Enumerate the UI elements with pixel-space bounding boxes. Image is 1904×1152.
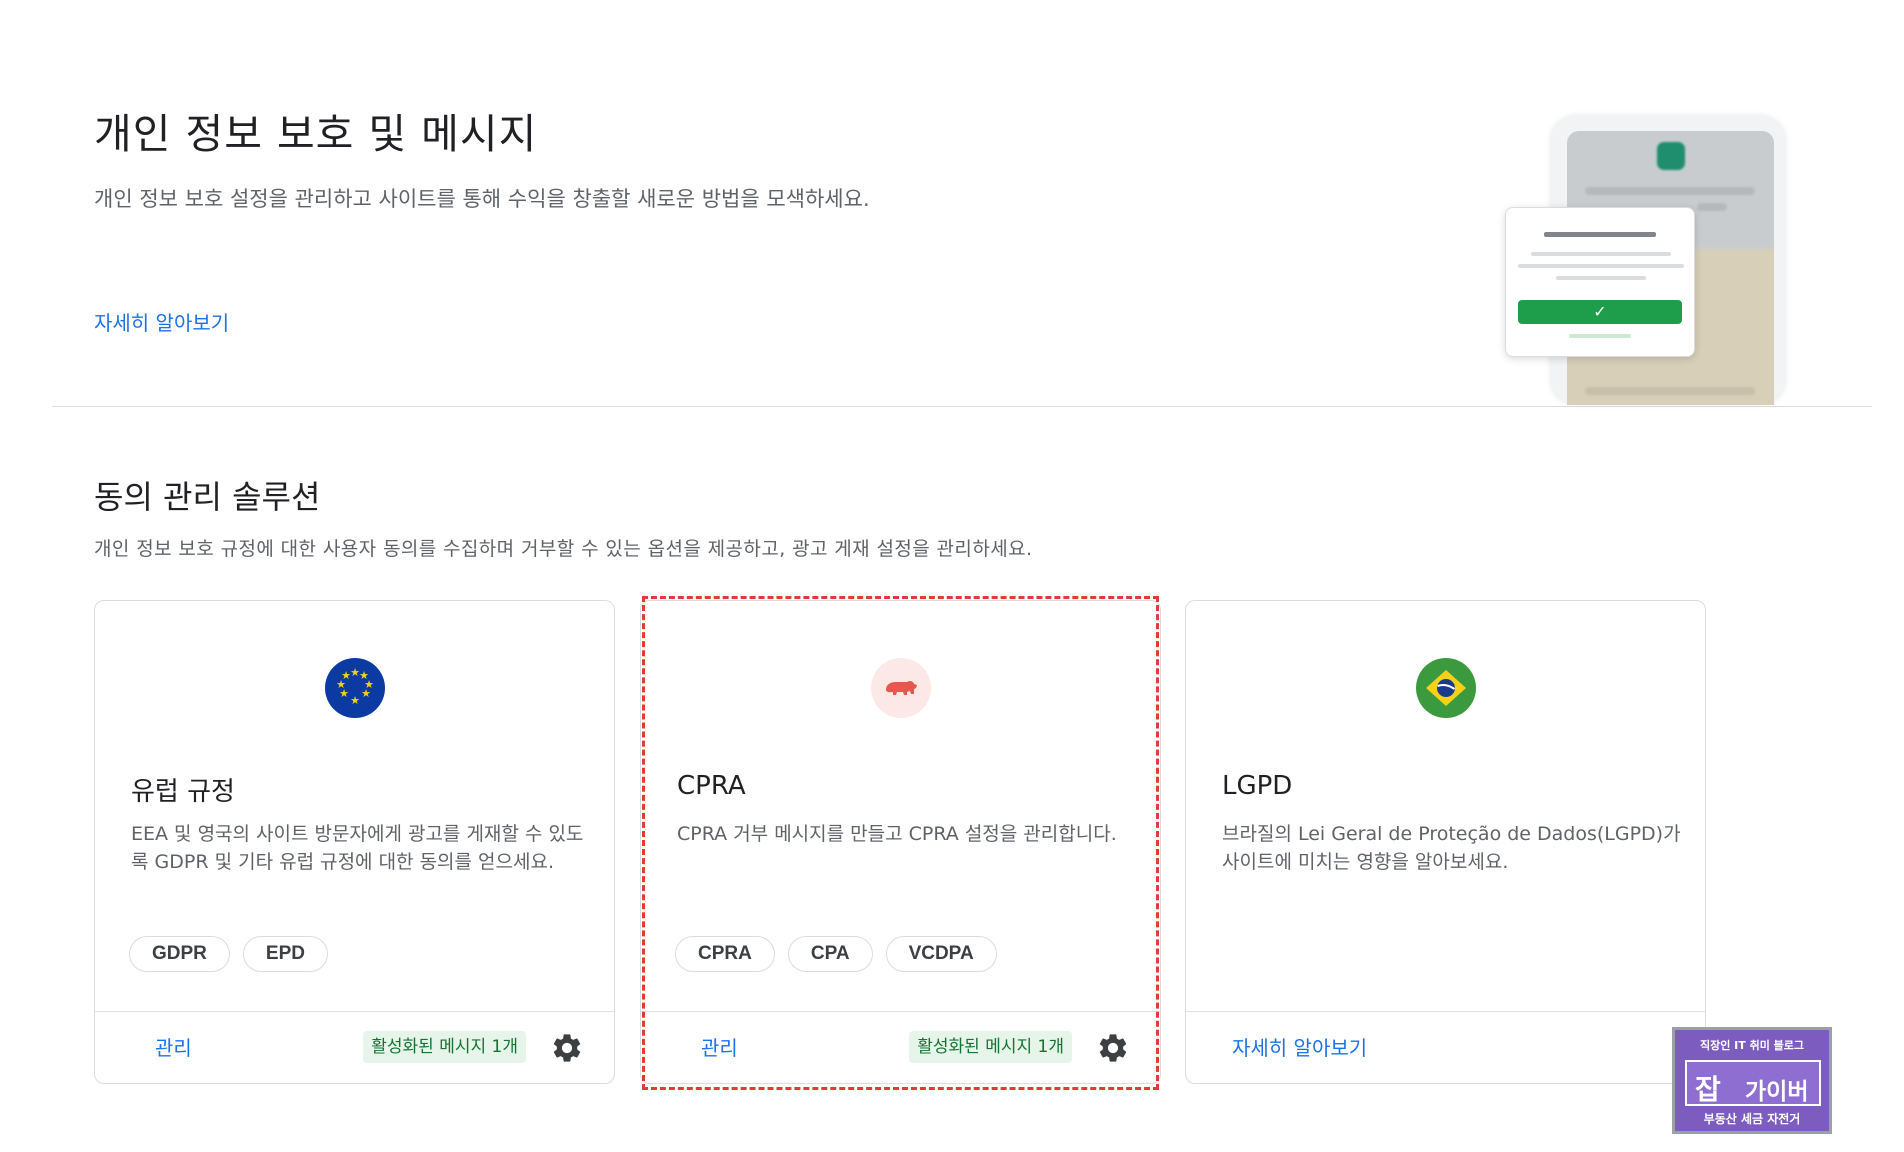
learn-more-link[interactable]: 자세히 알아보기 xyxy=(1232,1032,1367,1061)
card-title: LGPD xyxy=(1222,771,1293,801)
card-title: 유럽 규정 xyxy=(131,777,235,807)
blurred-line xyxy=(1585,387,1755,395)
blog-watermark: 직장인 IT 취미 블로그 잡 가이버 부동산 세금 자전거 xyxy=(1672,1027,1832,1134)
dialog-heading-line xyxy=(1544,232,1656,237)
svg-text:★: ★ xyxy=(341,669,351,682)
chip-cpa[interactable]: CPA xyxy=(787,936,873,972)
card-title: CPRA xyxy=(677,771,746,801)
consent-dialog-illustration: ✓ xyxy=(1505,207,1695,357)
watermark-top-text: 직장인 IT 취미 블로그 xyxy=(1699,1039,1805,1052)
gear-icon[interactable] xyxy=(1096,1031,1130,1065)
blurred-line xyxy=(1697,203,1727,211)
app-icon xyxy=(1657,142,1685,170)
card-footer: 관리 활성화된 메시지 1개 xyxy=(641,1011,1160,1083)
dialog-text-line xyxy=(1556,276,1646,280)
card-description: 브라질의 Lei Geral de Proteção de Dados(LGPD… xyxy=(1222,823,1681,873)
status-badge: 활성화된 메시지 1개 xyxy=(909,1031,1072,1063)
card-footer: 자세히 알아보기 xyxy=(1186,1011,1705,1083)
watermark-mark: 잡 xyxy=(1695,1073,1721,1106)
consent-section-description: 개인 정보 보호 규정에 대한 사용자 동의를 수집하며 거부할 수 있는 옵션… xyxy=(94,538,1033,560)
dialog-text-line xyxy=(1531,252,1671,256)
chip-cpra[interactable]: CPRA xyxy=(675,936,775,972)
card-european-regulations: ★ ★ ★ ★ ★ ★ ★ ★ 유럽 규정 EEA 및 영국의 사이트 방문자에게 광고를… xyxy=(94,600,615,1084)
gear-icon[interactable] xyxy=(550,1031,584,1065)
watermark-bottom-text: 부동산 세금 자전거 xyxy=(1703,1112,1801,1126)
brazil-flag-icon xyxy=(1416,658,1476,718)
watermark-name: 가이버 xyxy=(1745,1079,1809,1105)
learn-more-link[interactable]: 자세히 알아보기 xyxy=(94,307,229,336)
privacy-illustration: ✓ xyxy=(1505,115,1786,405)
chip-epd[interactable]: EPD xyxy=(242,936,328,972)
manage-link[interactable]: 관리 xyxy=(155,1032,192,1061)
svg-text:★: ★ xyxy=(361,687,371,700)
card-description: EEA 및 영국의 사이트 방문자에게 광고를 게재할 수 있도록 GDPR 및… xyxy=(131,823,584,873)
section-divider xyxy=(52,406,1872,407)
card-footer: 관리 활성화된 메시지 1개 xyxy=(95,1011,614,1083)
eu-flag-icon: ★ ★ ★ ★ ★ ★ ★ ★ xyxy=(325,658,385,718)
regulation-chips: CPRA CPA VCDPA xyxy=(675,936,997,972)
dialog-text-line xyxy=(1518,264,1684,268)
page-description: 개인 정보 보호 설정을 관리하고 사이트를 통해 수익을 창출할 새로운 방법… xyxy=(94,187,870,211)
dialog-text-line xyxy=(1569,334,1631,338)
watermark-logo-box: 잡 가이버 xyxy=(1685,1060,1821,1106)
hero-section: 개인 정보 보호 및 메시지 개인 정보 보호 설정을 관리하고 사이트를 통해… xyxy=(94,100,994,335)
manage-link[interactable]: 관리 xyxy=(701,1032,738,1061)
consent-section-title: 동의 관리 솔루션 xyxy=(94,478,321,516)
chip-vcdpa[interactable]: VCDPA xyxy=(885,936,997,972)
card-lgpd: LGPD 브라질의 Lei Geral de Proteção de Dados… xyxy=(1185,600,1706,1084)
blurred-line xyxy=(1585,187,1755,195)
california-bear-icon xyxy=(871,658,931,718)
status-badge: 활성화된 메시지 1개 xyxy=(363,1031,526,1063)
page-title: 개인 정보 보호 및 메시지 xyxy=(94,110,538,158)
regulation-chips: GDPR EPD xyxy=(129,936,328,972)
svg-text:★: ★ xyxy=(350,694,360,707)
card-description: CPRA 거부 메시지를 만들고 CPRA 설정을 관리합니다. xyxy=(677,823,1117,845)
chip-gdpr[interactable]: GDPR xyxy=(129,936,230,972)
checkmark-icon: ✓ xyxy=(1518,300,1682,324)
card-cpra: CPRA CPRA 거부 메시지를 만들고 CPRA 설정을 관리합니다. CP… xyxy=(640,600,1161,1084)
